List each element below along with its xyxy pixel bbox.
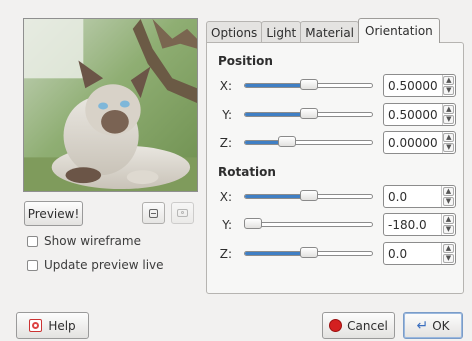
update-preview-live-checkbox-row[interactable]: Update preview live [27, 258, 164, 272]
rotation-y-label: Y: [222, 218, 232, 232]
decrement-icon[interactable]: ▼ [443, 85, 455, 95]
rotation-x-spinbutton[interactable]: 0.0 ▲ ▼ [383, 185, 456, 208]
increment-icon[interactable]: ▲ [443, 76, 455, 86]
slider-handle[interactable] [299, 247, 318, 258]
increment-icon[interactable]: ▲ [443, 105, 455, 115]
ok-button[interactable]: ↵ OK [403, 312, 463, 339]
preview-button[interactable]: Preview! [24, 201, 83, 226]
position-z-slider[interactable] [244, 136, 373, 147]
cancel-button[interactable]: Cancel [322, 312, 395, 339]
position-x-label: X: [219, 79, 232, 93]
position-row-y: Y: 0.50000 ▲ ▼ [218, 103, 456, 127]
position-x-slider[interactable] [244, 79, 373, 90]
position-row-x: X: 0.50000 ▲ ▼ [218, 74, 456, 98]
cancel-icon [329, 319, 343, 332]
rotation-y-slider[interactable] [244, 218, 373, 229]
rotation-section-title: Rotation [218, 165, 276, 179]
camera-icon [177, 209, 188, 217]
decrement-icon[interactable]: ▼ [443, 253, 454, 263]
rotation-z-value[interactable]: 0.0 [384, 243, 441, 264]
slider-handle[interactable] [299, 108, 318, 119]
rotation-row-x: X: 0.0 ▲ ▼ [218, 185, 456, 209]
enter-arrow-icon: ↵ [416, 317, 429, 334]
rotation-z-spinbutton[interactable]: 0.0 ▲ ▼ [383, 242, 456, 265]
ok-button-label: OK [432, 318, 450, 333]
slider-fill [245, 113, 309, 116]
cancel-button-label: Cancel [347, 318, 388, 333]
position-z-spinbutton[interactable]: 0.00000 ▲ ▼ [383, 131, 456, 154]
update-preview-live-checkbox[interactable] [27, 259, 38, 271]
tab-options-label: Options [211, 25, 258, 40]
position-y-slider[interactable] [244, 108, 373, 119]
preview-image [23, 18, 198, 192]
position-z-label: Z: [219, 136, 232, 150]
position-y-label: Y: [222, 108, 232, 122]
show-wireframe-label: Show wireframe [44, 234, 141, 248]
cat-preview-graphic [24, 19, 197, 191]
slider-handle[interactable] [244, 218, 262, 229]
decrement-icon[interactable]: ▼ [443, 224, 454, 234]
position-y-value[interactable]: 0.50000 [384, 104, 442, 125]
rotation-z-label: Z: [219, 247, 232, 261]
slider-fill [245, 195, 309, 198]
position-section-title: Position [218, 54, 273, 68]
tab-orientation[interactable]: Orientation [358, 18, 440, 43]
rotation-x-value[interactable]: 0.0 [384, 186, 441, 207]
increment-icon[interactable]: ▲ [443, 244, 454, 254]
tab-light-label: Light [266, 25, 297, 40]
zoom-fit-icon [149, 208, 158, 218]
slider-fill [245, 84, 309, 87]
tab-options[interactable]: Options [206, 21, 263, 43]
slider-handle[interactable] [299, 190, 318, 201]
rotation-y-value[interactable]: -180.0 [384, 214, 441, 235]
tab-light[interactable]: Light [261, 21, 302, 43]
update-preview-live-label: Update preview live [44, 258, 164, 272]
rotation-z-slider[interactable] [244, 247, 373, 258]
decrement-icon[interactable]: ▼ [443, 142, 455, 152]
preview-button-label: Preview! [27, 206, 80, 221]
help-button-label: Help [48, 318, 76, 333]
slider-handle[interactable] [299, 79, 318, 90]
decrement-icon[interactable]: ▼ [443, 196, 454, 206]
tab-orientation-label: Orientation [365, 24, 433, 38]
rotation-x-label: X: [219, 190, 232, 204]
slider-handle[interactable] [277, 136, 296, 147]
position-x-spinbutton[interactable]: 0.50000 ▲ ▼ [383, 74, 456, 97]
show-wireframe-checkbox[interactable] [27, 235, 38, 247]
tab-material-label: Material [305, 25, 355, 40]
notebook-tabs: Options Light Material Orientation [206, 18, 440, 43]
rotation-row-y: Y: -180.0 ▲ ▼ [218, 213, 456, 237]
decrement-icon[interactable]: ▼ [443, 114, 455, 124]
camera-button[interactable] [171, 202, 194, 224]
position-row-z: Z: 0.00000 ▲ ▼ [218, 131, 456, 155]
zoom-button[interactable] [142, 202, 165, 224]
help-icon [29, 319, 43, 332]
rotation-x-slider[interactable] [244, 190, 373, 201]
tab-material[interactable]: Material [300, 21, 360, 43]
position-x-value[interactable]: 0.50000 [384, 75, 442, 96]
increment-icon[interactable]: ▲ [443, 187, 454, 197]
rotation-row-z: Z: 0.0 ▲ ▼ [218, 242, 456, 266]
help-button[interactable]: Help [16, 312, 89, 339]
increment-icon[interactable]: ▲ [443, 133, 455, 143]
increment-icon[interactable]: ▲ [443, 215, 454, 225]
position-z-value[interactable]: 0.00000 [384, 132, 442, 153]
position-y-spinbutton[interactable]: 0.50000 ▲ ▼ [383, 103, 456, 126]
slider-fill [245, 252, 309, 255]
show-wireframe-checkbox-row[interactable]: Show wireframe [27, 234, 141, 248]
rotation-y-spinbutton[interactable]: -180.0 ▲ ▼ [383, 213, 456, 236]
